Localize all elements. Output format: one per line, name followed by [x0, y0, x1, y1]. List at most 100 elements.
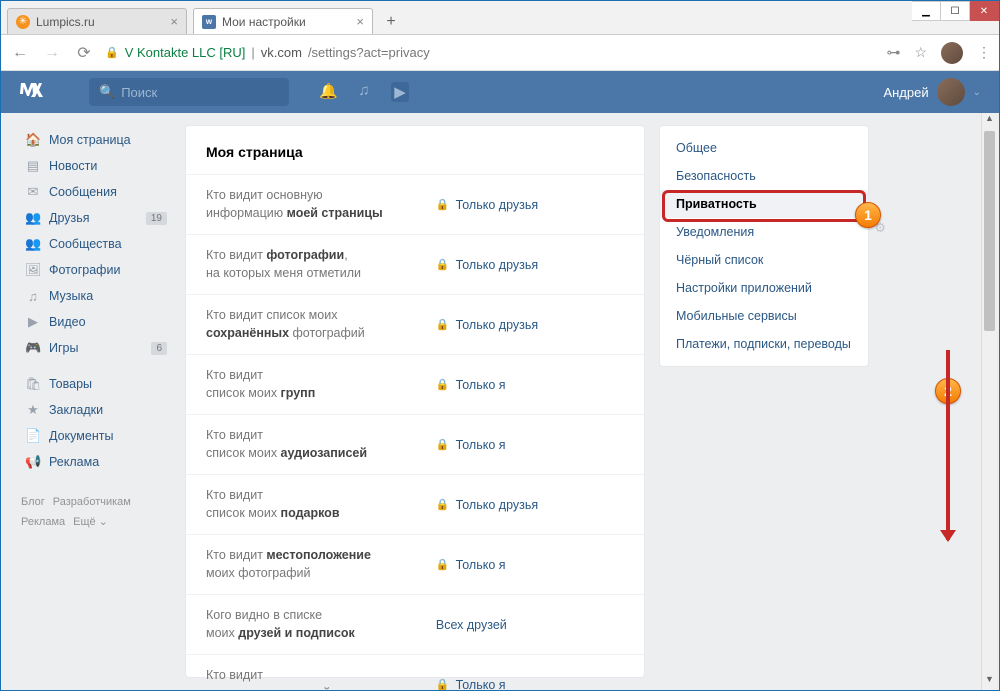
settings-tabs-panel: ⚙ ОбщееБезопасностьПриватностьУведомлени… — [659, 125, 869, 367]
profile-avatar-icon[interactable] — [941, 42, 963, 64]
privacy-setting-row[interactable]: Кто видитсписок моих аудиозаписей🔒Только… — [186, 414, 644, 474]
setting-value[interactable]: 🔒Только друзья — [436, 258, 538, 272]
music-icon[interactable]: ♫ — [355, 82, 373, 102]
setting-label: Кто видит местоположениемоих фотографий — [206, 547, 436, 582]
setting-label: Кто видит основнуюинформацию моей страни… — [206, 187, 436, 222]
footer-link[interactable]: Разработчикам — [53, 496, 131, 508]
privacy-setting-row[interactable]: Кто видит основнуюинформацию моей страни… — [186, 174, 644, 234]
lock-icon: 🔒 — [436, 258, 450, 271]
settings-tab[interactable]: Уведомления — [660, 218, 868, 246]
window-close-button[interactable] — [970, 1, 999, 21]
reload-button[interactable]: ⟳ — [73, 43, 95, 63]
nav-icon: 🛍 — [25, 376, 41, 392]
settings-tab[interactable]: Безопасность — [660, 162, 868, 190]
nav-label: Новости — [49, 159, 97, 173]
sidebar-item[interactable]: ♫Музыка — [21, 283, 171, 309]
setting-value[interactable]: 🔒Только я — [436, 378, 506, 392]
setting-label: Кто видит фотографии,на которых меня отм… — [206, 247, 436, 282]
annotation-arrow-down-icon — [946, 350, 950, 540]
privacy-setting-row[interactable]: Кто видит список моихсохранённых фотогра… — [186, 294, 644, 354]
user-avatar-icon[interactable] — [937, 78, 965, 106]
nav-label: Фотографии — [49, 263, 120, 277]
footer-link[interactable]: Ещё ⌄ — [73, 516, 108, 528]
nav-icon: 👥 — [25, 236, 41, 252]
sidebar-item[interactable]: ▶ Видео — [21, 309, 171, 335]
setting-value[interactable]: 🔒Только я — [436, 558, 506, 572]
tab-close-icon[interactable]: × — [170, 14, 178, 29]
sidebar-item[interactable]: 👥Сообщества — [21, 231, 171, 257]
setting-value[interactable]: 🔒Только друзья — [436, 498, 538, 512]
settings-tab[interactable]: Общее — [660, 134, 868, 162]
nav-icon: ▶ — [25, 314, 41, 330]
privacy-setting-row[interactable]: Кто видитсписок моих подарков🔒Только дру… — [186, 474, 644, 534]
ssl-org-label: V Kontakte LLC [RU] — [125, 45, 246, 60]
footer-link[interactable]: Реклама — [21, 516, 65, 528]
browser-tab-lumpics[interactable]: ✳ Lumpics.ru × — [7, 8, 187, 34]
scroll-down-icon[interactable]: ▼ — [982, 674, 997, 690]
nav-label: Товары — [49, 377, 92, 391]
notifications-icon[interactable]: 🔔 — [319, 82, 337, 102]
sidebar-item[interactable]: 👥Друзья19 — [21, 205, 171, 231]
sidebar-item[interactable]: ✉Сообщения — [21, 179, 171, 205]
username-label: Андрей — [883, 85, 928, 100]
page-scrollbar[interactable]: ▲ ▼ — [981, 113, 997, 690]
setting-value[interactable]: 🔒Только я — [436, 438, 506, 452]
menu-icon[interactable]: ⋮ — [977, 44, 991, 61]
setting-value[interactable]: Всех друзей — [436, 618, 507, 632]
nav-label: Моя страница — [49, 133, 131, 147]
privacy-setting-row[interactable]: Кто видитсписок моих групп🔒Только я — [186, 354, 644, 414]
window-minimize-button[interactable] — [912, 1, 941, 21]
nav-icon: 🎮 — [25, 340, 41, 356]
lock-icon: 🔒 — [436, 318, 450, 331]
browser-tab-vk-settings[interactable]: w Мои настройки × — [193, 8, 373, 34]
setting-value[interactable]: 🔒Только я — [436, 678, 506, 691]
nav-label: Реклама — [49, 455, 99, 469]
nav-label: Игры — [49, 341, 78, 355]
nav-icon: 📢 — [25, 454, 41, 470]
settings-tab[interactable]: Приватность — [660, 190, 868, 218]
sidebar-item[interactable]: 🛍 Товары — [21, 371, 171, 397]
scroll-up-icon[interactable]: ▲ — [982, 113, 997, 129]
setting-value[interactable]: 🔒Только друзья — [436, 318, 538, 332]
settings-tab[interactable]: Платежи, подписки, переводы — [660, 330, 868, 358]
footer-link[interactable]: Блог — [21, 496, 45, 508]
sidebar-item[interactable]: 📄Документы — [21, 423, 171, 449]
sidebar-item[interactable]: 🖼 Фотографии — [21, 257, 171, 283]
sidebar-item[interactable]: 🎮Игры6 — [21, 335, 171, 361]
nav-icon: 🖼 — [25, 262, 41, 278]
browser-tab-strip: ✳ Lumpics.ru × w Мои настройки × + — [1, 1, 999, 35]
setting-value[interactable]: 🔒Только друзья — [436, 198, 538, 212]
sidebar-item[interactable]: ▤Новости — [21, 153, 171, 179]
privacy-setting-row[interactable]: Кого видно в спискемоих друзей и подписо… — [186, 594, 644, 654]
sidebar-item[interactable]: 📢 Реклама — [21, 449, 171, 475]
setting-label: Кто видитмоих скрытых друзей — [206, 667, 436, 690]
settings-tab[interactable]: Мобильные сервисы — [660, 302, 868, 330]
search-input[interactable]: 🔍 Поиск — [89, 78, 289, 106]
sidebar-item[interactable]: 🏠Моя страница — [21, 127, 171, 153]
privacy-setting-row[interactable]: Кто видит местоположениемоих фотографий🔒… — [186, 534, 644, 594]
window-maximize-button[interactable] — [941, 1, 970, 21]
nav-label: Сообщения — [49, 185, 117, 199]
vk-logo-icon[interactable] — [19, 82, 89, 103]
count-badge: 19 — [146, 212, 167, 225]
key-icon[interactable]: ⊶ — [886, 44, 900, 61]
star-icon[interactable]: ☆ — [914, 44, 927, 61]
lock-icon: 🔒 — [436, 438, 450, 451]
tab-close-icon[interactable]: × — [356, 14, 364, 29]
scrollbar-thumb[interactable] — [984, 131, 995, 331]
forward-button[interactable]: → — [41, 44, 63, 62]
privacy-setting-row[interactable]: Кто видит фотографии,на которых меня отм… — [186, 234, 644, 294]
settings-tab[interactable]: Чёрный список — [660, 246, 868, 274]
video-play-icon[interactable]: ▶ — [391, 82, 409, 102]
new-tab-button[interactable]: + — [379, 10, 403, 34]
nav-label: Друзья — [49, 211, 90, 225]
settings-tab[interactable]: Настройки приложений — [660, 274, 868, 302]
chevron-down-icon[interactable]: ⌄ — [973, 87, 981, 98]
sidebar-item[interactable]: ★Закладки — [21, 397, 171, 423]
address-bar[interactable]: 🔒 V Kontakte LLC [RU] | vk.com/settings?… — [105, 45, 876, 60]
favicon-lumpics-icon: ✳ — [16, 15, 30, 29]
privacy-setting-row[interactable]: Кто видитмоих скрытых друзей🔒Только я — [186, 654, 644, 690]
back-button[interactable]: ← — [9, 44, 31, 62]
nav-label: Документы — [49, 429, 113, 443]
nav-label: Видео — [49, 315, 86, 329]
